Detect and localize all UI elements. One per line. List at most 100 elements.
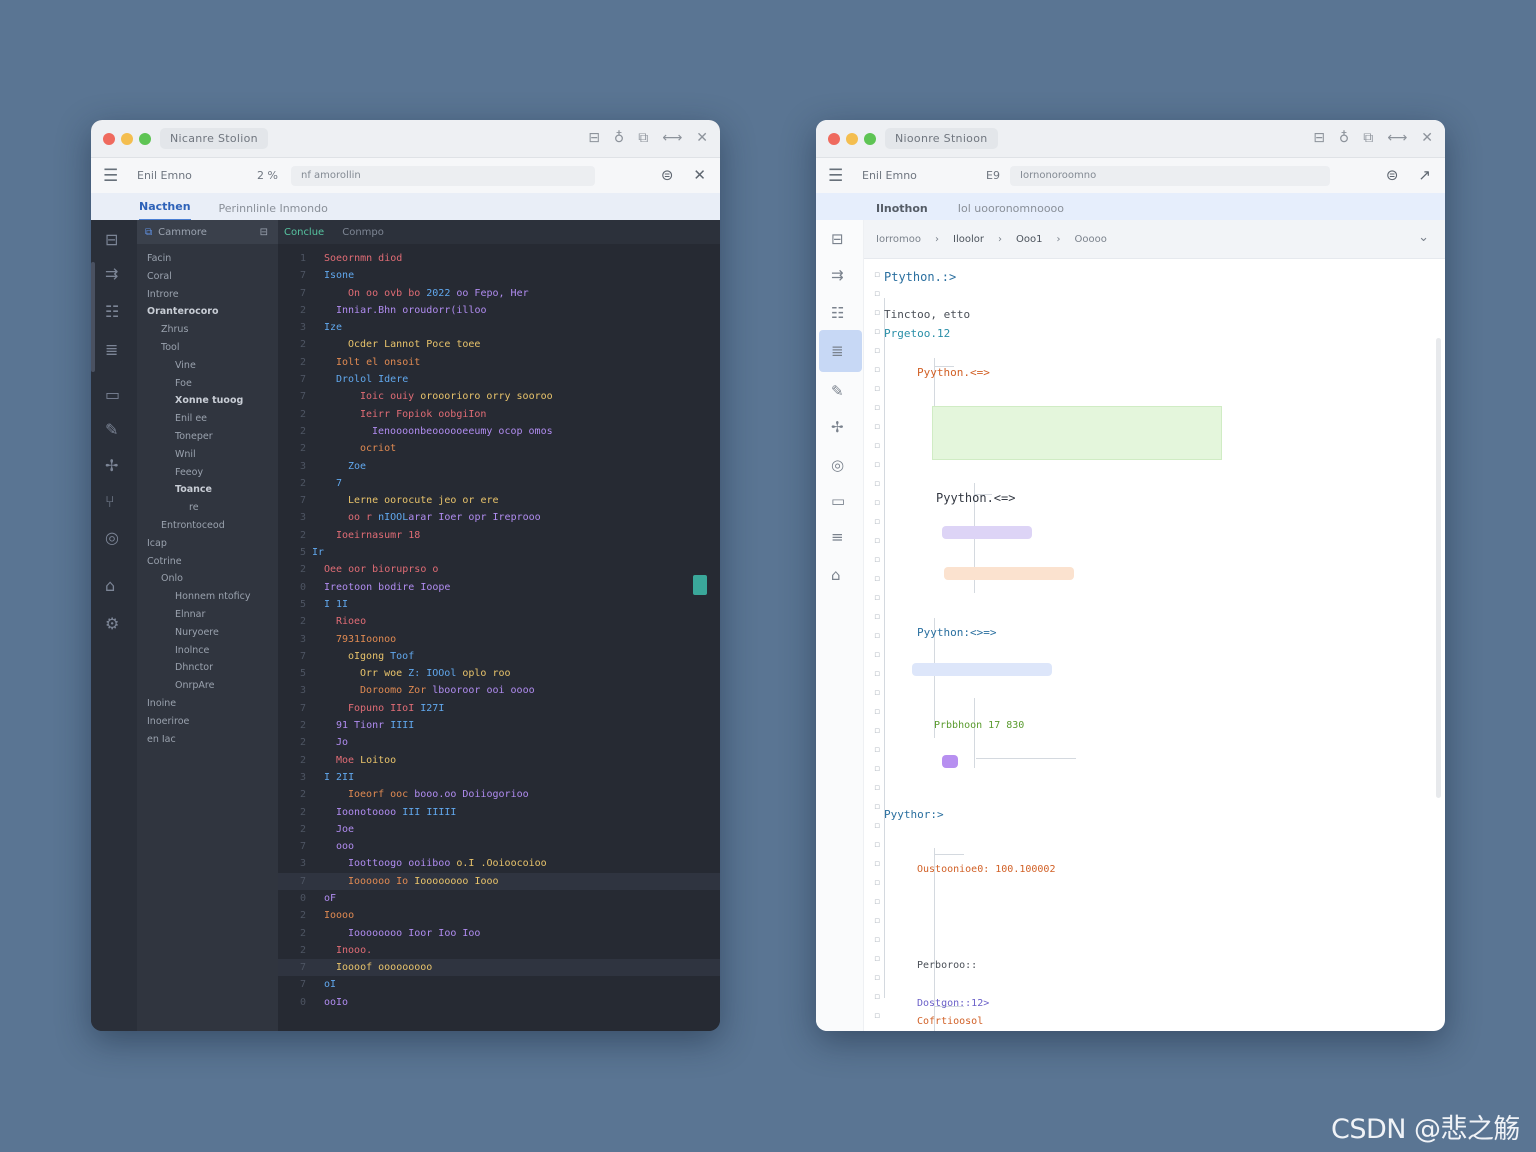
panel-icon[interactable]: ⊟ (1313, 129, 1325, 147)
code-line[interactable]: 2 91 Tionr IIII (278, 717, 720, 734)
file-tree-item[interactable]: Foe (137, 375, 278, 393)
maximize-window-button[interactable] (139, 132, 151, 145)
code-line[interactable]: 3 oo r nIOOLarar Ioer opr Ireprooo (278, 509, 720, 526)
code-line[interactable]: 0 Ireotoon bodire Ioope (278, 579, 720, 596)
node-python[interactable]: Pyython.<=> (936, 491, 1015, 505)
file-tree-item[interactable]: Onlo (137, 570, 278, 588)
search-icon[interactable]: ◎ (831, 456, 844, 474)
code-line[interactable]: 3 Ioottoogo ooiiboo o.I .Ooioocoioo (278, 855, 720, 872)
chat-icon[interactable]: ⊜ (661, 166, 674, 184)
window-tab[interactable]: Nioonre Stnioon (885, 128, 998, 149)
code-line[interactable]: 2 Inniar.Bhn oroudorr(illoo (278, 302, 720, 319)
file-tree-item[interactable]: Enil ee (137, 410, 278, 428)
file-tree-item[interactable]: Entrontoceod (137, 517, 278, 535)
layers-icon[interactable]: ≣ (831, 342, 844, 360)
book-icon[interactable]: ▭ (831, 492, 845, 510)
tag-pill[interactable] (942, 755, 958, 768)
file-tree-item[interactable]: Elnnar (137, 606, 278, 624)
window-tab[interactable]: Nicanre Stolion (160, 128, 268, 149)
toolbar-label[interactable]: Enil Emno (137, 169, 257, 182)
file-tree-item[interactable]: Oranterocoro (137, 303, 278, 321)
code-line[interactable]: 3 7931Ioonoo (278, 631, 720, 648)
tag-pill[interactable] (912, 663, 1052, 676)
code-line[interactable]: 7 Ioooof ooooooooo (278, 959, 720, 977)
code-line[interactable]: 3 Zoe (278, 458, 720, 475)
file-tree-item[interactable]: OnrpAre (137, 677, 278, 695)
code-line[interactable]: 7 Ioic ouiy orooorioro orry sooroo (278, 388, 720, 405)
split-icon[interactable]: ⟷ (1387, 129, 1407, 147)
node-item[interactable]: Cofrtioosol (917, 1016, 983, 1027)
home-icon[interactable]: ⌂ (831, 566, 841, 584)
list-icon[interactable]: ☷ (105, 302, 119, 321)
grid-icon[interactable]: ☷ (831, 304, 844, 322)
branch-icon[interactable]: ⑂ (105, 492, 115, 511)
file-tree-item[interactable]: Introre (137, 286, 278, 304)
code-line[interactable]: 5 I 1I (278, 596, 720, 613)
tab-ilnothon[interactable]: Ilnothon (876, 202, 928, 221)
close-window-button[interactable] (828, 132, 840, 145)
code-line[interactable]: 2 Ienoooonbeoooooeeumy ocop omos (278, 423, 720, 440)
code-line[interactable]: 0 ooIo (278, 994, 720, 1011)
code-line[interactable]: 7 Isone (278, 267, 720, 284)
file-tree-item[interactable]: Inoine (137, 695, 278, 713)
code-line[interactable]: 2 Ocder Lannot Poce toee (278, 336, 720, 353)
file-tree-item[interactable]: Feeoy (137, 464, 278, 482)
address-field[interactable]: nf amorollin (291, 165, 595, 186)
code-line[interactable]: 2 Rioeo (278, 613, 720, 630)
menu-icon[interactable]: ☰ (828, 166, 862, 186)
tab-nacthen[interactable]: Nacthen (139, 200, 191, 221)
file-tree-item[interactable]: Zhrus (137, 321, 278, 339)
minimap-marker[interactable] (693, 575, 707, 595)
breadcrumb-item[interactable]: Iloolor (953, 234, 984, 245)
node-python[interactable]: Pyython:<>=> (917, 626, 996, 639)
maximize-window-button[interactable] (864, 132, 876, 145)
share-icon[interactable]: ↗ (1418, 166, 1431, 184)
code-line[interactable]: 1 Soeornmn diod (278, 250, 720, 267)
close-icon[interactable]: ✕ (696, 129, 708, 147)
chevron-down-icon[interactable]: ⌄ (1418, 230, 1429, 245)
node-python-root[interactable]: Ptython.:> (884, 270, 956, 284)
bell-icon[interactable]: ♁ (614, 129, 624, 147)
tree-icon[interactable]: ⇉ (831, 266, 844, 284)
window-icon[interactable]: ⧉ (638, 129, 648, 147)
code-line[interactable]: 7 ooo (278, 838, 720, 855)
split-icon[interactable]: ⟷ (662, 129, 682, 147)
node-python[interactable]: Pyython.<=> (917, 366, 990, 379)
file-tree-item[interactable]: Icap (137, 535, 278, 553)
scrollbar[interactable] (1436, 338, 1441, 798)
code-line[interactable]: 2 ocriot (278, 440, 720, 457)
code-line[interactable]: 7 Fopuno IIoI I27I (278, 700, 720, 717)
code-line[interactable]: 7 Lerne oorocute jeo or ere (278, 492, 720, 509)
file-tree-item[interactable]: Honnem ntoficy (137, 588, 278, 606)
code-line[interactable]: 3 Ize (278, 319, 720, 336)
file-tree-item[interactable]: re (137, 499, 278, 517)
toolbar-label[interactable]: Enil Emno (862, 169, 986, 182)
code-line[interactable]: 2 Ioooo (278, 907, 720, 924)
file-tree-item[interactable]: Tool (137, 339, 278, 357)
tag-pill[interactable] (944, 567, 1074, 580)
book-icon[interactable]: ▭ (105, 385, 120, 404)
code-line[interactable]: 2 Ioonotoooo III IIIII (278, 804, 720, 821)
pen-icon[interactable]: ✎ (831, 382, 844, 400)
menu-icon[interactable]: ☰ (103, 166, 137, 186)
code-line[interactable]: 7 Ioooooo Io Ioooooooo Iooo (278, 872, 720, 890)
file-tree-item[interactable]: Vine (137, 357, 278, 375)
node-item[interactable]: Dostgon::12> (917, 998, 989, 1009)
file-tree-item[interactable]: Xonne tuoog (137, 392, 278, 410)
close-window-button[interactable] (103, 132, 115, 145)
tree-icon[interactable]: ⇉ (105, 264, 118, 283)
files-icon[interactable]: ⊟ (105, 230, 118, 249)
debug-icon[interactable]: ✢ (831, 418, 844, 436)
settings-icon[interactable]: ⚙ (105, 614, 119, 633)
editor-tab[interactable]: Conmpo (342, 227, 384, 238)
tab-hint[interactable]: Iol uooronomnoooo (958, 202, 1064, 221)
file-tree-item[interactable]: Dhnctor (137, 659, 278, 677)
node-item[interactable]: Tinctoo, etto (884, 308, 970, 321)
code-line[interactable]: 2 Moe Loitoo (278, 752, 720, 769)
extension-icon[interactable]: ⌂ (105, 576, 115, 595)
code-line[interactable]: 3 I 2II (278, 769, 720, 786)
toolbar-mid[interactable]: 2 % (257, 169, 291, 182)
tab-secondary[interactable]: Perinnlinle Inmondo (219, 202, 328, 221)
bell-icon[interactable]: ♁ (1339, 129, 1349, 147)
node-item[interactable]: Prgetoo.12 (884, 327, 950, 340)
